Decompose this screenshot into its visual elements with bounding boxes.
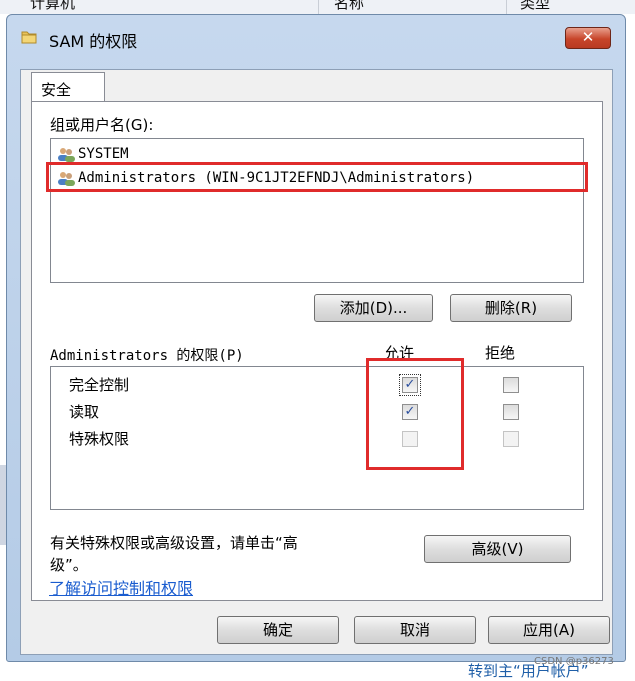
security-panel: 组或用户名(G): SYSTEM Administrators (WIN-9C1… xyxy=(31,101,603,601)
dialog-client-area: 安全 组或用户名(G): SYSTEM Administrators (WIN-… xyxy=(20,69,613,655)
permissions-dialog: SAM 的权限 ✕ 安全 组或用户名(G): SYSTEM Administra… xyxy=(6,14,626,662)
remove-button[interactable]: 删除(R) xyxy=(450,294,572,322)
learn-access-control-link[interactable]: 了解访问控制和权限 xyxy=(49,575,193,599)
permissions-list: 完全控制 ✓ 读取 ✓ 特殊权限 xyxy=(50,366,584,510)
full-control-deny-checkbox[interactable] xyxy=(503,377,519,393)
background-header: 计算机 名称 类型 xyxy=(0,0,635,14)
groups-label: 组或用户名(G): xyxy=(50,116,154,134)
watermark: CSDN @p36273 xyxy=(534,656,614,667)
dialog-title: SAM 的权限 xyxy=(49,32,138,51)
highlight-administrators xyxy=(46,162,588,192)
apply-button[interactable]: 应用(A) xyxy=(488,616,610,644)
special-deny-checkbox xyxy=(503,431,519,447)
bg-name-column: 名称 xyxy=(334,0,365,12)
users-icon xyxy=(58,148,75,162)
bg-computer-label: 计算机 xyxy=(30,0,76,12)
ok-button[interactable]: 确定 xyxy=(217,616,339,644)
highlight-allow-column xyxy=(366,358,464,470)
advanced-note-line2: 级”。 xyxy=(50,556,88,574)
advanced-button[interactable]: 高级(V) xyxy=(424,535,571,563)
close-button[interactable]: ✕ xyxy=(565,27,611,49)
bg-type-column: 类型 xyxy=(520,0,551,12)
advanced-note-line1: 有关特殊权限或高级设置，请单击“高 xyxy=(50,534,298,552)
read-deny-checkbox[interactable] xyxy=(503,404,519,420)
tab-security[interactable]: 安全 xyxy=(31,72,105,102)
add-button[interactable]: 添加(D)... xyxy=(314,294,433,322)
permission-name: 完全控制 xyxy=(69,376,130,394)
bg-column-separator xyxy=(318,0,319,14)
permission-name: 读取 xyxy=(69,403,100,421)
group-name: SYSTEM xyxy=(78,146,129,162)
cancel-button[interactable]: 取消 xyxy=(354,616,476,644)
bg-column-separator xyxy=(506,0,507,14)
permission-name: 特殊权限 xyxy=(69,430,130,448)
deny-header: 拒绝 xyxy=(485,344,516,362)
permissions-label: Administrators 的权限(P) xyxy=(50,348,244,364)
groups-listbox[interactable]: SYSTEM Administrators (WIN-9C1JT2EFNDJ\A… xyxy=(50,138,584,283)
folder-icon xyxy=(21,31,37,44)
